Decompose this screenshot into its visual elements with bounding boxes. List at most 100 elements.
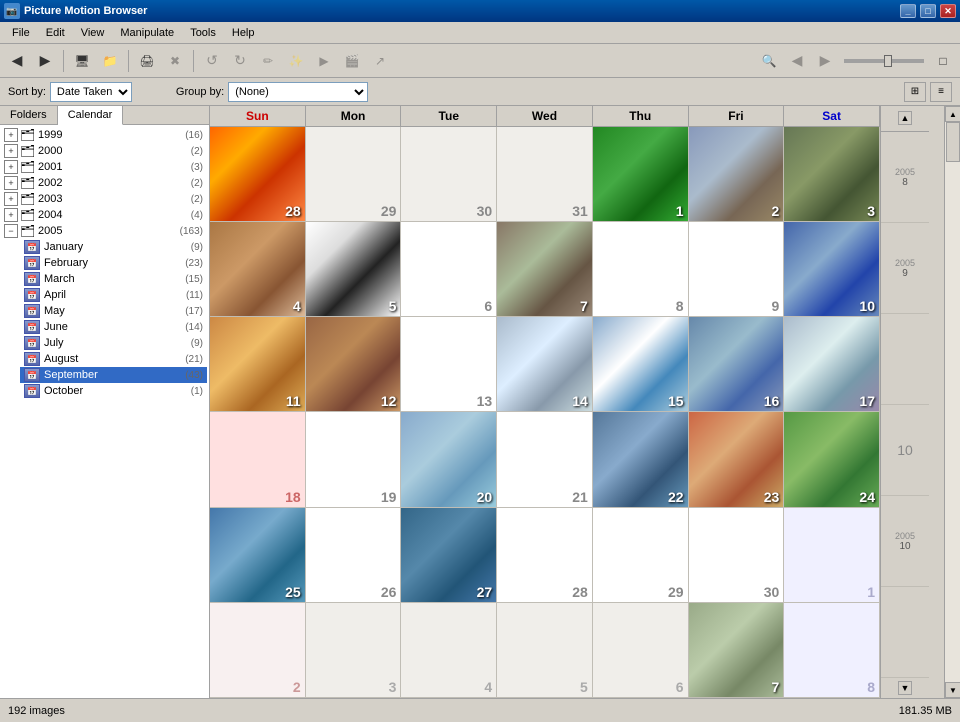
back-button[interactable]: ◀: [4, 48, 30, 74]
maximize-button[interactable]: □: [920, 4, 936, 18]
cal-cell-sep5[interactable]: 5: [306, 222, 402, 317]
group-select[interactable]: (None): [228, 82, 368, 102]
menu-file[interactable]: File: [4, 25, 38, 41]
month-may[interactable]: 📅 May (17): [20, 303, 207, 319]
tree-item-2005[interactable]: − 🗂 2005 (163): [2, 223, 207, 239]
scroll-up-button[interactable]: ▲: [898, 111, 912, 125]
cal-cell-sep7[interactable]: 7: [497, 222, 593, 317]
cal-cell-sep26[interactable]: 26: [306, 508, 402, 603]
cal-cell-oct3[interactable]: 3: [306, 603, 402, 698]
toolbar-right3[interactable]: ▶: [812, 48, 838, 74]
export-button[interactable]: ↗: [367, 48, 393, 74]
cal-cell-sep24[interactable]: 24: [784, 412, 880, 507]
minimize-button[interactable]: _: [900, 4, 916, 18]
expand-2001[interactable]: +: [4, 160, 18, 174]
month-october[interactable]: 📅 October (1): [20, 383, 207, 399]
slideshow-button[interactable]: ▶: [311, 48, 337, 74]
cal-cell-sep16[interactable]: 16: [689, 317, 785, 412]
cal-cell-sep23[interactable]: 23: [689, 412, 785, 507]
cal-cell-sep18[interactable]: 18: [210, 412, 306, 507]
month-march[interactable]: 📅 March (15): [20, 271, 207, 287]
cal-cell-oct6[interactable]: 6: [593, 603, 689, 698]
cal-cell-oct7[interactable]: 7: [689, 603, 785, 698]
month-july[interactable]: 📅 July (9): [20, 335, 207, 351]
scroll-down-button[interactable]: ▼: [898, 681, 912, 695]
cal-cell-sep13[interactable]: 13: [401, 317, 497, 412]
toolbar-right2[interactable]: ◀: [784, 48, 810, 74]
tree-item-2001[interactable]: + 🗂 2001 (3): [2, 159, 207, 175]
month-january[interactable]: 📅 January (9): [20, 239, 207, 255]
cal-cell-sep20[interactable]: 20: [401, 412, 497, 507]
sort-select[interactable]: Date Taken: [50, 82, 132, 102]
cal-cell-oct4[interactable]: 4: [401, 603, 497, 698]
forward-button[interactable]: ▶: [32, 48, 58, 74]
cal-cell-oct2[interactable]: 2: [210, 603, 306, 698]
cal-cell-aug29[interactable]: 29: [306, 127, 402, 222]
print-button[interactable]: 🖨: [134, 48, 160, 74]
menu-manipulate[interactable]: Manipulate: [112, 25, 182, 41]
cal-cell-oct8[interactable]: 8: [784, 603, 880, 698]
cal-cell-sep15[interactable]: 15: [593, 317, 689, 412]
cal-cell-sep10[interactable]: 10: [784, 222, 880, 317]
cal-cell-sep2[interactable]: 2: [689, 127, 785, 222]
scrollbar-thumb[interactable]: [946, 122, 960, 162]
tree-item-2000[interactable]: + 🗂 2000 (2): [2, 143, 207, 159]
movie-button[interactable]: 🎬: [339, 48, 365, 74]
cal-cell-sep19[interactable]: 19: [306, 412, 402, 507]
cal-cell-sep29[interactable]: 29: [593, 508, 689, 603]
close-button[interactable]: ✕: [940, 4, 956, 18]
expand-2002[interactable]: +: [4, 176, 18, 190]
cal-cell-sep12[interactable]: 12: [306, 317, 402, 412]
edit-button[interactable]: ✏: [255, 48, 281, 74]
month-september[interactable]: 📅 September (43): [20, 367, 207, 383]
enhance-button[interactable]: ✨: [283, 48, 309, 74]
toolbar-right1[interactable]: 🔍: [756, 48, 782, 74]
zoom-slider[interactable]: [844, 59, 924, 63]
menu-edit[interactable]: Edit: [38, 25, 73, 41]
expand-2005[interactable]: −: [4, 224, 18, 238]
delete-button[interactable]: ✖: [162, 48, 188, 74]
cal-cell-sep27[interactable]: 27: [401, 508, 497, 603]
import-button[interactable]: 📁: [97, 48, 123, 74]
cal-cell-sep22[interactable]: 22: [593, 412, 689, 507]
menu-tools[interactable]: Tools: [182, 25, 224, 41]
expand-1999[interactable]: +: [4, 128, 18, 142]
tree-item-1999[interactable]: + 🗂 1999 (16): [2, 127, 207, 143]
menu-help[interactable]: Help: [224, 25, 263, 41]
tree-item-2003[interactable]: + 🗂 2003 (2): [2, 191, 207, 207]
month-june[interactable]: 📅 June (14): [20, 319, 207, 335]
cal-cell-sep9[interactable]: 9: [689, 222, 785, 317]
month-august[interactable]: 📅 August (21): [20, 351, 207, 367]
calendar-tab[interactable]: Calendar: [58, 106, 124, 125]
tree-item-2002[interactable]: + 🗂 2002 (2): [2, 175, 207, 191]
folders-tab[interactable]: Folders: [0, 106, 58, 124]
cal-cell-aug30[interactable]: 30: [401, 127, 497, 222]
cal-cell-sep30[interactable]: 30: [689, 508, 785, 603]
browse-button[interactable]: 🖥: [69, 48, 95, 74]
cal-cell-aug31[interactable]: 31: [497, 127, 593, 222]
scrollbar-down[interactable]: ▼: [945, 682, 960, 698]
cal-cell-sep3[interactable]: 3: [784, 127, 880, 222]
cal-cell-oct5[interactable]: 5: [497, 603, 593, 698]
rotate-ccw-button[interactable]: ↺: [199, 48, 225, 74]
cal-cell-sep11[interactable]: 11: [210, 317, 306, 412]
cal-cell-oct1[interactable]: 1: [784, 508, 880, 603]
month-april[interactable]: 📅 April (11): [20, 287, 207, 303]
view-grid-button[interactable]: ⊞: [904, 82, 926, 102]
cal-cell-sep6[interactable]: 6: [401, 222, 497, 317]
scrollbar-up[interactable]: ▲: [945, 106, 960, 122]
rotate-cw-button[interactable]: ↻: [227, 48, 253, 74]
menu-view[interactable]: View: [73, 25, 113, 41]
tree-item-2004[interactable]: + 🗂 2004 (4): [2, 207, 207, 223]
cal-cell-sep4[interactable]: 4: [210, 222, 306, 317]
cal-cell-sep25[interactable]: 25: [210, 508, 306, 603]
expand-2004[interactable]: +: [4, 208, 18, 222]
expand-2000[interactable]: +: [4, 144, 18, 158]
cal-cell-aug28[interactable]: 28: [210, 127, 306, 222]
cal-cell-sep1[interactable]: 1: [593, 127, 689, 222]
cal-cell-sep17[interactable]: 17: [784, 317, 880, 412]
cal-cell-sep8[interactable]: 8: [593, 222, 689, 317]
expand-2003[interactable]: +: [4, 192, 18, 206]
cal-cell-sep14[interactable]: 14: [497, 317, 593, 412]
cal-cell-sep28[interactable]: 28: [497, 508, 593, 603]
